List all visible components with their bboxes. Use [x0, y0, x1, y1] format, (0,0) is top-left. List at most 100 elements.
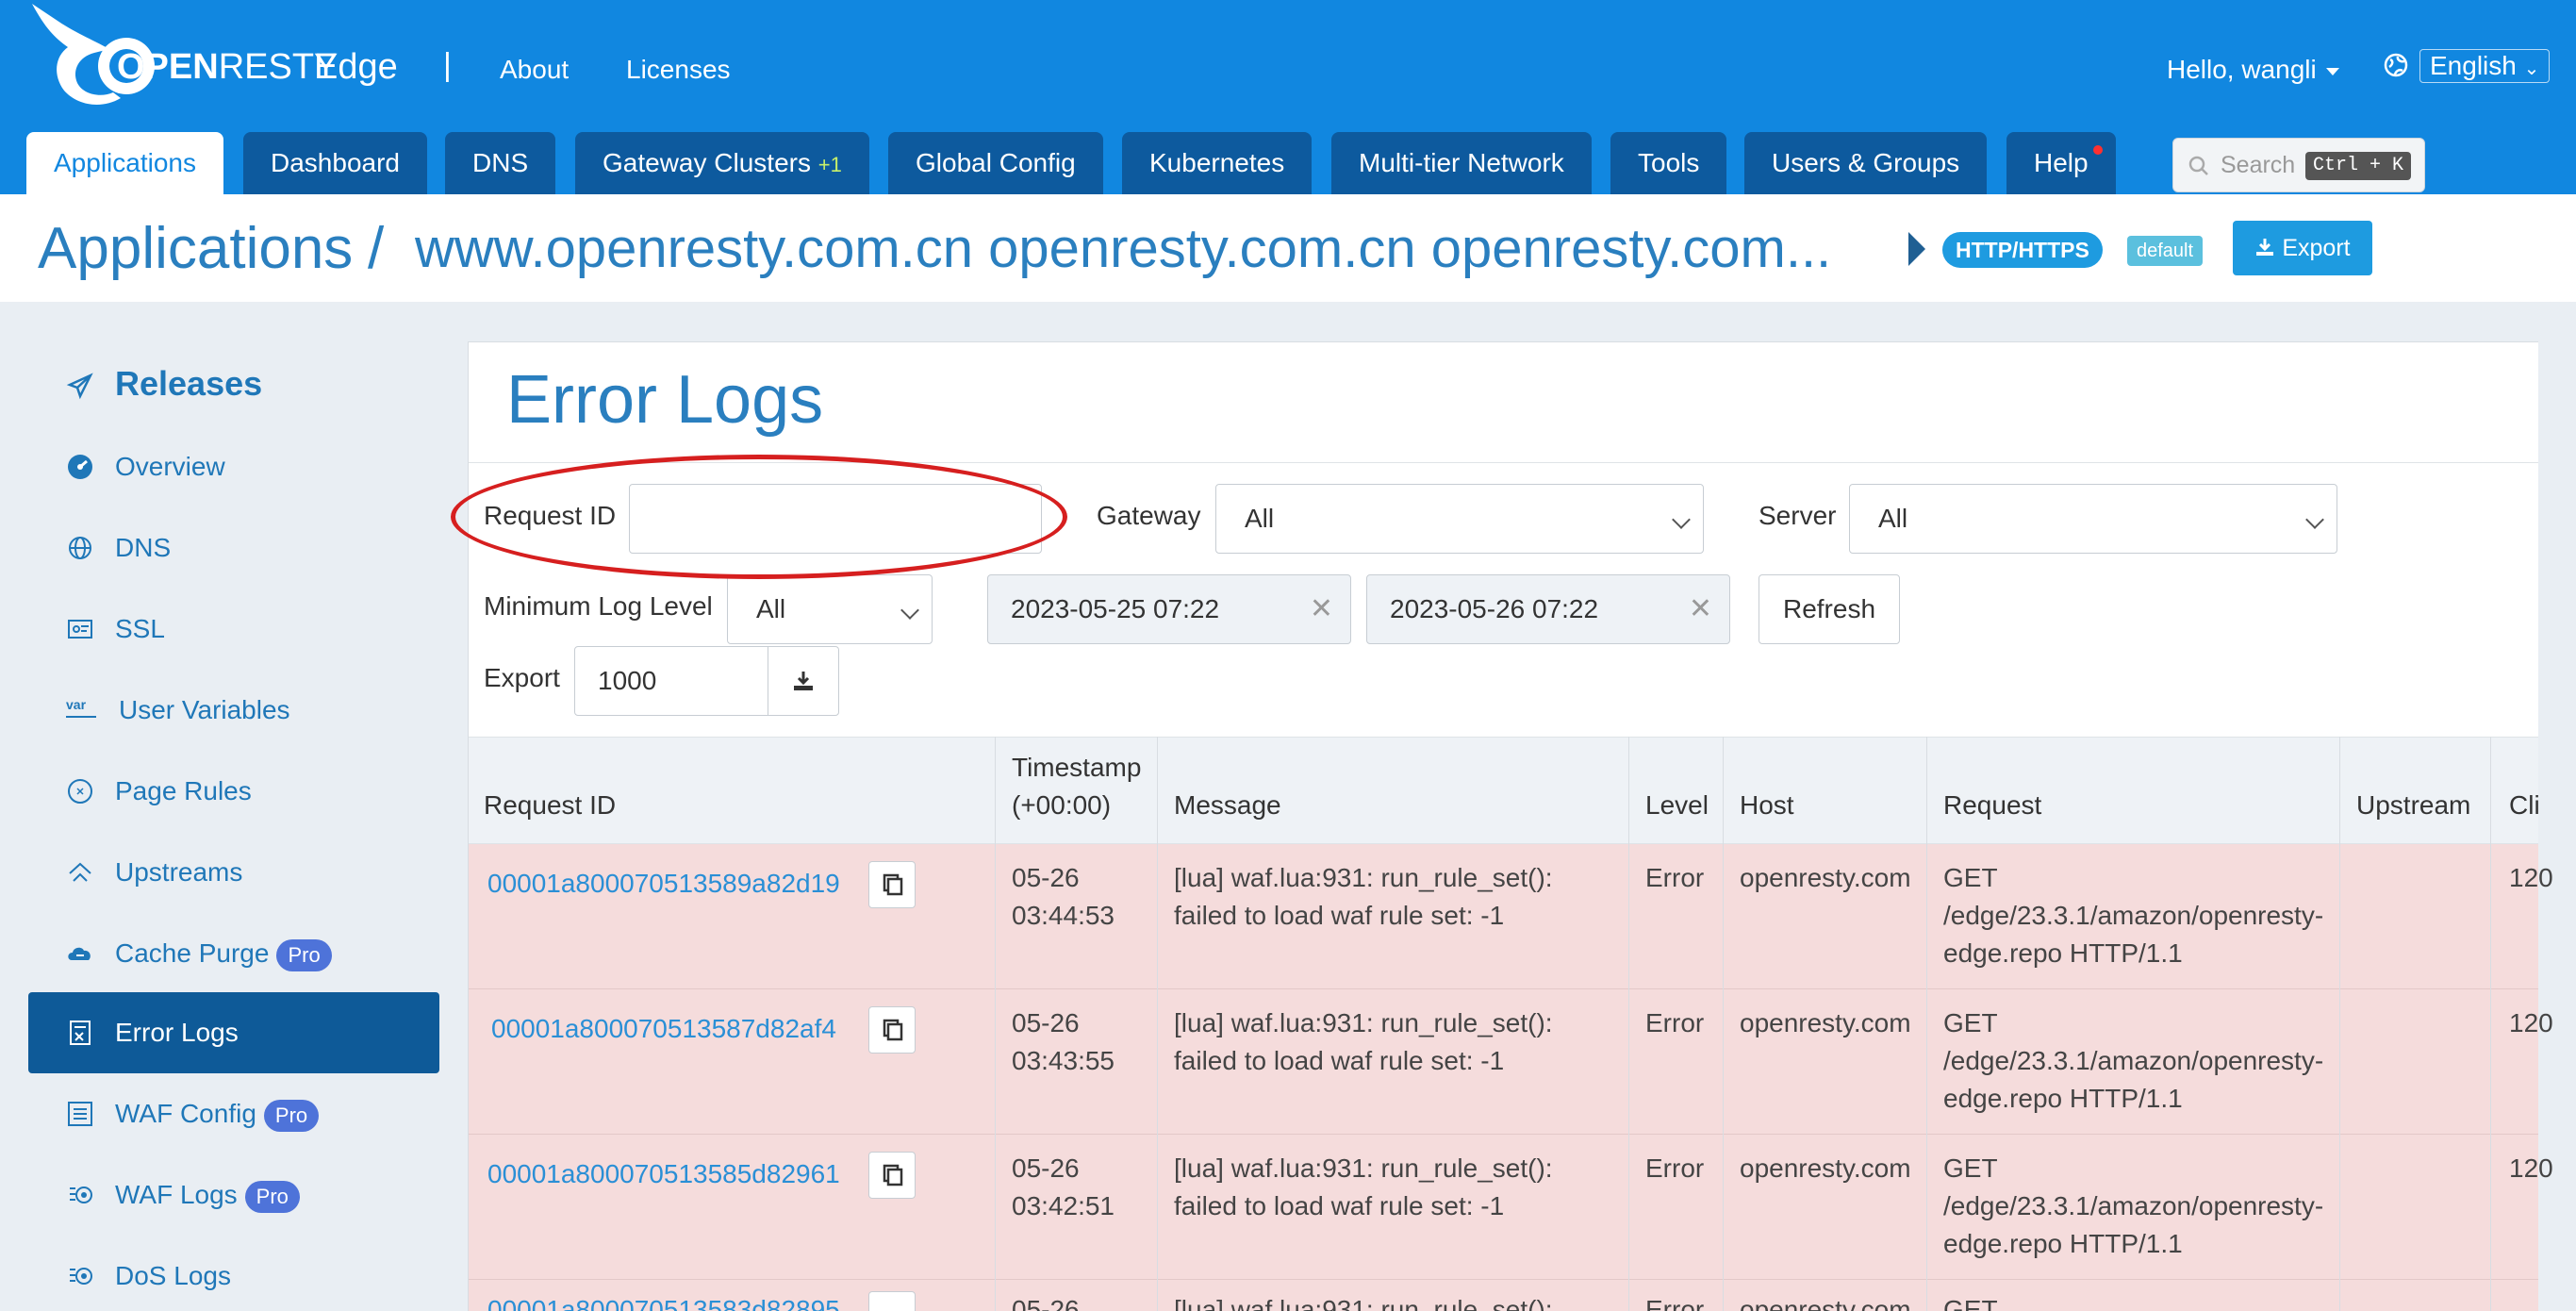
pro-badge: Pro [244, 1180, 300, 1213]
request-line: edge.repo HTTP/1.1 [1943, 1229, 2183, 1258]
request-line: GET [1943, 1295, 1998, 1311]
sidebar-item-label-wrap: WAF Config Pro [115, 1099, 320, 1132]
message-line: failed to load waf rule set: -1 [1174, 1046, 1505, 1075]
gateway-select[interactable]: All [1215, 484, 1704, 554]
export-download-button[interactable] [768, 646, 839, 716]
list-icon [68, 1102, 92, 1126]
message-line: [lua] waf.lua:931: run_rule_set(): [1174, 863, 1553, 892]
col-upstream: Upstream [2356, 790, 2471, 820]
request-id-link[interactable]: 00001a800070513583d82895 [487, 1291, 840, 1311]
breadcrumb-applications[interactable]: Applications [38, 215, 353, 282]
sidebar-item-label: WAF Config [115, 1099, 256, 1128]
caret-right-icon[interactable] [1908, 232, 1925, 266]
col-level: Level [1645, 790, 1709, 820]
date-from-input[interactable]: 2023-05-25 07:22 ✕ [987, 574, 1351, 644]
sidebar-item-label: DNS [115, 533, 172, 562]
language-select[interactable]: English ⌄ [2419, 49, 2551, 83]
column-divider [1723, 737, 1724, 1311]
message-line: [lua] waf.lua:931: run_rule_set(): [1174, 1295, 1553, 1311]
col-request: Request [1943, 790, 2042, 820]
server-select[interactable]: All [1849, 484, 2337, 554]
brand-separator: | [443, 47, 452, 83]
min-log-level-select[interactable]: All [727, 574, 933, 644]
copy-button[interactable] [868, 1152, 916, 1199]
sidebar-item-dns[interactable]: DNS [28, 507, 439, 589]
request-id-link[interactable]: 00001a800070513587d82af4 [491, 1010, 836, 1048]
min-log-level-value: All [756, 594, 786, 623]
level-value: Error [1645, 1008, 1705, 1037]
timestamp-time: 03:44:53 [1012, 901, 1115, 930]
sidebar-item-waf-logs[interactable]: WAF Logs Pro [28, 1154, 439, 1236]
sidebar-item-cache-purge[interactable]: Cache Purge Pro [28, 913, 439, 994]
sidebar-item-label: User Variables [119, 695, 290, 724]
certificate-icon [68, 620, 92, 639]
request-id-link[interactable]: 00001a800070513589a82d19 [487, 865, 840, 903]
date-to-input[interactable]: 2023-05-26 07:22 ✕ [1366, 574, 1730, 644]
export-count-input[interactable]: 1000 [574, 646, 768, 716]
search-shortcut: Ctrl + K [2305, 152, 2412, 180]
tab-kubernetes[interactable]: Kubernetes [1122, 132, 1313, 194]
export-app-button[interactable]: Export [2233, 221, 2372, 275]
licenses-link[interactable]: Licenses [626, 55, 731, 85]
sidebar-item-label-wrap: Cache Purge Pro [115, 938, 332, 971]
host-value: openresty.com [1740, 1153, 1911, 1183]
dos-icon [70, 1268, 92, 1285]
tab-dashboard[interactable]: Dashboard [243, 132, 427, 194]
refresh-button[interactable]: Refresh [1759, 574, 1900, 644]
chevron-down-icon [900, 601, 919, 620]
table-row: 00001a800070513585d82961 05-26 03:42:51 … [469, 1135, 2553, 1280]
copy-icon [883, 873, 903, 896]
col-host: Host [1740, 790, 1794, 820]
col-message: Message [1174, 790, 1281, 820]
timestamp-date: 05-26 [1012, 1295, 1080, 1311]
request-line: edge.repo HTTP/1.1 [1943, 938, 2183, 968]
copy-button[interactable] [868, 1006, 916, 1054]
clear-icon[interactable]: ✕ [1310, 575, 1333, 643]
paper-plane-icon [66, 373, 93, 400]
request-id-link[interactable]: 00001a800070513585d82961 [487, 1155, 840, 1193]
user-menu[interactable]: Hello, wangli [2167, 55, 2339, 85]
tab-help-label: Help [2034, 148, 2089, 177]
copy-icon [883, 1019, 903, 1041]
chevron-down-icon: ⌄ [2523, 58, 2540, 79]
sidebar-item-upstreams[interactable]: Upstreams [28, 832, 439, 913]
sidebar-item-overview[interactable]: Overview [28, 426, 439, 507]
tab-applications[interactable]: Applications [26, 132, 223, 194]
tab-gateway-clusters[interactable]: Gateway Clusters +1 [575, 132, 869, 194]
sidebar-item-error-logs[interactable]: Error Logs [28, 992, 439, 1073]
sidebar-item-waf-config[interactable]: WAF Config Pro [28, 1073, 439, 1154]
tab-help[interactable]: Help [2006, 132, 2116, 194]
tab-dns[interactable]: DNS [445, 132, 556, 194]
notification-dot [2092, 145, 2103, 155]
language-value: English [2430, 51, 2517, 80]
download-icon [794, 672, 813, 690]
sidebar-item-page-rules[interactable]: Page Rules [28, 751, 439, 832]
breadcrumb-separator: / [368, 216, 385, 281]
host-value: openresty.com [1740, 863, 1911, 892]
brand-name[interactable]: OPENRESTY [100, 47, 338, 88]
brand-open: OPEN [117, 47, 219, 87]
sidebar-item-dos-logs[interactable]: DoS Logs [28, 1236, 439, 1311]
request-line: GET [1943, 1008, 1998, 1037]
about-link[interactable]: About [500, 55, 569, 85]
gateway-label: Gateway [1097, 501, 1201, 530]
brand-edge: Edge [314, 47, 398, 87]
search-input[interactable]: Search Ctrl + K [2172, 138, 2425, 192]
sidebar-item-user-variables[interactable]: var User Variables [28, 670, 439, 751]
clear-icon[interactable]: ✕ [1689, 575, 1712, 643]
breadcrumb: Applications / www.openresty.com.cn open… [0, 194, 2576, 302]
level-value: Error [1645, 1153, 1705, 1183]
timestamp-time: 03:42:51 [1012, 1191, 1115, 1220]
copy-button[interactable] [868, 861, 916, 908]
date-to-value: 2023-05-26 07:22 [1390, 594, 1599, 623]
client-value: 120 [2509, 863, 2553, 892]
highlight-annotation [451, 455, 1067, 579]
sidebar-item-releases[interactable]: Releases [28, 343, 439, 424]
tab-users-groups[interactable]: Users & Groups [1744, 132, 1988, 194]
svg-text:var: var [66, 697, 87, 712]
sidebar-item-ssl[interactable]: SSL [28, 589, 439, 670]
copy-button[interactable] [868, 1291, 916, 1311]
tab-multi-tier-network[interactable]: Multi-tier Network [1331, 132, 1592, 194]
tab-tools[interactable]: Tools [1610, 132, 1727, 194]
tab-global-config[interactable]: Global Config [888, 132, 1103, 194]
